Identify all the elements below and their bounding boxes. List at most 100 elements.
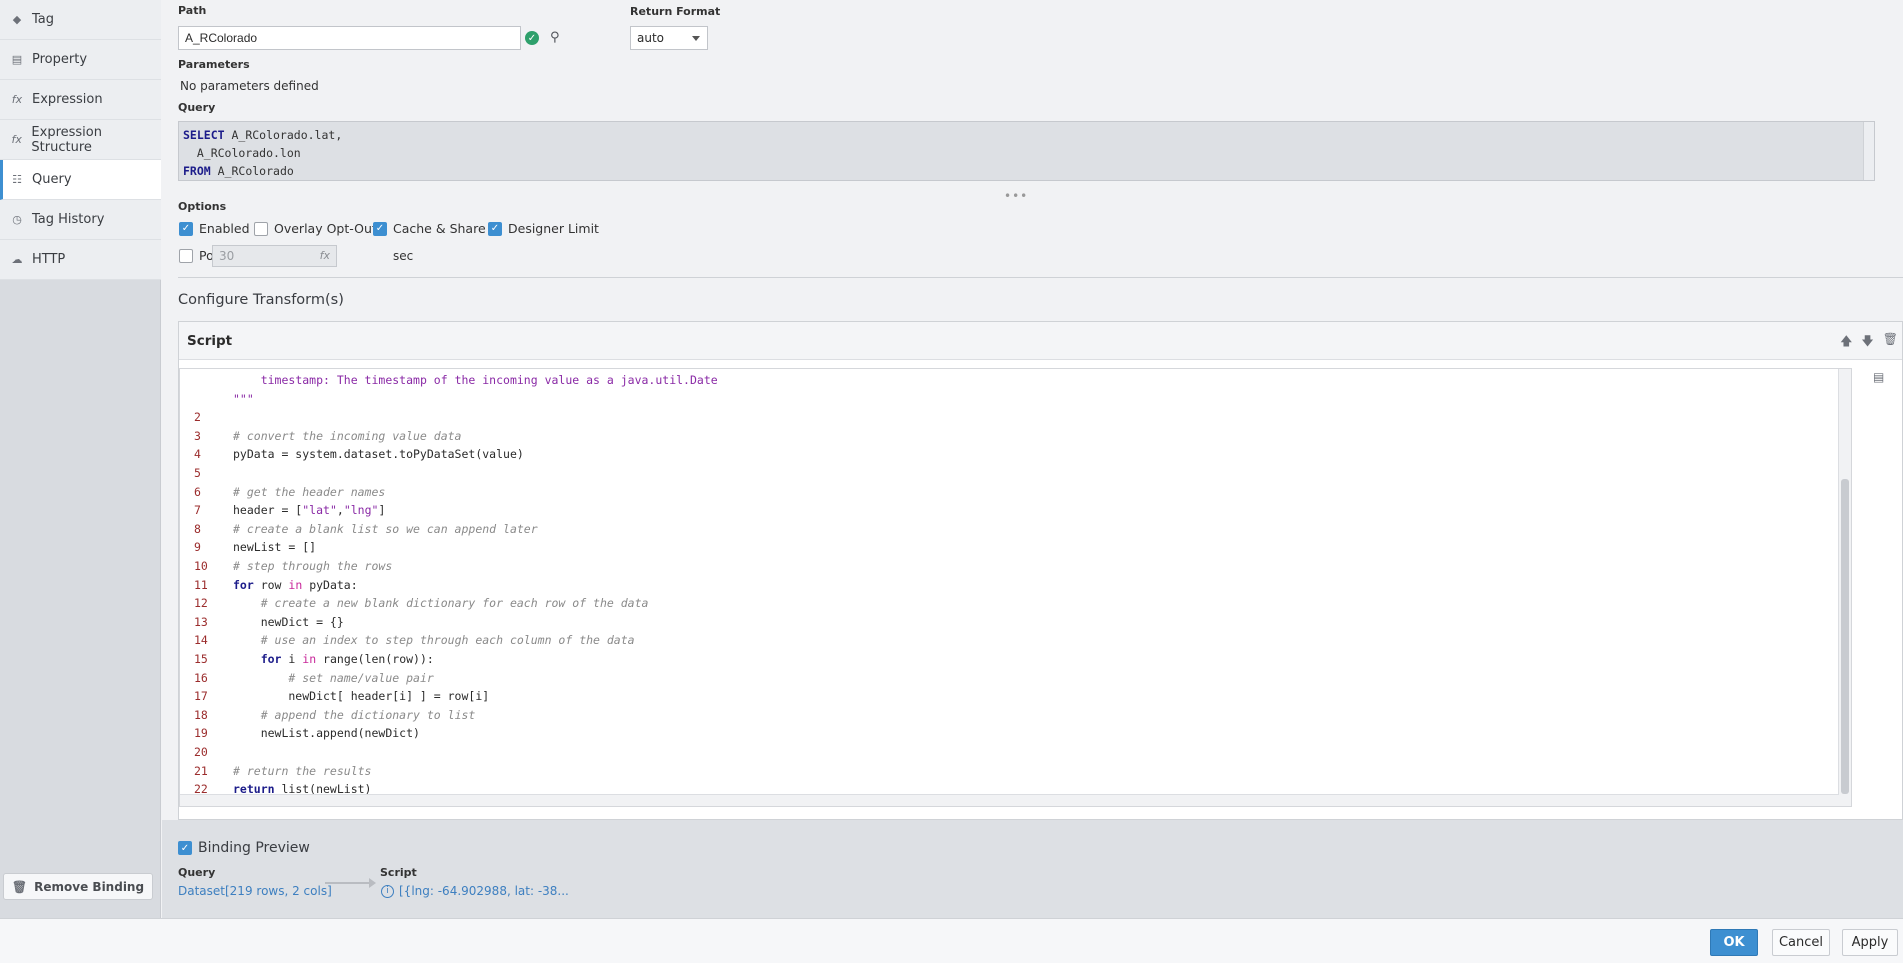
preview-query-value[interactable]: Dataset[219 rows, 2 cols]	[178, 884, 332, 898]
horizontal-scrollbar[interactable]	[180, 794, 1839, 806]
query-label: Query	[178, 101, 216, 114]
code-line: 13 newDict = {}	[180, 613, 1830, 631]
overlay-opt-out-checkbox[interactable]: Overlay Opt-Out	[254, 221, 377, 236]
query-scrollbar[interactable]	[1863, 122, 1874, 180]
line-number: 18	[194, 707, 208, 722]
line-number: 2	[194, 410, 201, 425]
sidebar-item-property[interactable]: ▤ Property	[0, 40, 161, 80]
sidebar-item-tag[interactable]: ◆ Tag	[0, 0, 161, 40]
code-text: # create a new blank dictionary for each…	[260, 596, 649, 611]
delete-icon[interactable]: 🗑	[1883, 332, 1898, 353]
polling-rate-value: 30	[219, 249, 235, 263]
property-icon: ▤	[11, 53, 23, 66]
polling-rate-input[interactable]: 30 fx	[212, 245, 337, 267]
scrollbar-thumb[interactable]	[1841, 479, 1849, 794]
script-transform-header: Script	[179, 322, 1902, 360]
line-number: 10	[194, 559, 208, 573]
code-line: 14 # use an index to step through each c…	[180, 631, 1830, 649]
line-number: 17	[194, 689, 208, 704]
enabled-checkbox[interactable]: ✓ Enabled	[179, 221, 250, 236]
code-text: newDict[ header[i] ] = row[i]	[233, 689, 490, 704]
fx-icon[interactable]: fx	[320, 249, 330, 262]
sidebar-item-expression-structure[interactable]: fx Expression Structure	[0, 120, 161, 160]
move-up-icon[interactable]: 🡅	[1840, 332, 1852, 353]
code-line: 15 for i in range(len(row)):	[180, 650, 1830, 668]
enabled-label: Enabled	[199, 221, 250, 236]
tag-icon: ◆	[12, 13, 22, 26]
checkbox-checked-icon: ✓	[373, 221, 387, 236]
sidebar-item-label: Tag	[32, 12, 55, 27]
dialog-footer: OK Cancel Apply	[0, 918, 1903, 963]
line-number: 6	[194, 484, 201, 499]
sidebar-item-http[interactable]: ☁ HTTP	[0, 240, 161, 280]
splitter-handle[interactable]: •••	[1004, 189, 1028, 203]
cancel-button[interactable]: Cancel	[1772, 929, 1830, 956]
sidebar-item-label: Query	[32, 172, 72, 187]
code-text: # step through the rows	[233, 559, 393, 573]
preview-script-value-link[interactable]: i [{lng: -64.902988, lat: -38...	[381, 884, 569, 898]
sidebar-item-label: Property	[32, 52, 88, 67]
code-line: 11 for row in pyData:	[180, 576, 1830, 594]
options-label: Options	[178, 200, 227, 213]
line-number: 4	[194, 447, 201, 462]
overlay-opt-out-label: Overlay Opt-Out	[274, 221, 377, 236]
ok-button[interactable]: OK	[1710, 929, 1758, 956]
trash-icon: 🗑	[11, 879, 28, 894]
checkbox-checked-icon: ✓	[488, 221, 502, 236]
cloud-icon: ☁	[11, 253, 23, 266]
binding-preview-toggle[interactable]: ✓ Binding Preview	[178, 840, 310, 856]
sql-keyword: FROM	[183, 164, 211, 178]
history-icon: ◷	[12, 213, 22, 226]
code-line: 3 # convert the incoming value data	[180, 427, 1830, 445]
designer-limit-label: Designer Limit	[508, 221, 599, 236]
code-text: # set name/value pair	[288, 670, 434, 685]
info-icon: i	[381, 884, 394, 898]
sidebar-item-label: Expression	[32, 92, 103, 107]
code-line: 19 newList.append(newDict)	[180, 724, 1830, 742]
code-line: 18 # append the dictionary to list	[180, 706, 1830, 724]
apply-button[interactable]: Apply	[1842, 929, 1898, 956]
code-text: for i in range(len(row)):	[260, 652, 434, 666]
script-title: Script	[187, 332, 233, 349]
check-circle-icon: ✓	[525, 31, 539, 45]
code-text: # get the header names	[233, 484, 386, 499]
script-transform-panel: Script 🡅 🡇 🗑 timestamp: The timestamp of…	[178, 321, 1903, 820]
script-code-editor[interactable]: timestamp: The timestamp of the incoming…	[179, 368, 1852, 807]
sidebar-item-query[interactable]: ☷ Query	[0, 160, 161, 200]
line-number: 9	[194, 540, 201, 555]
line-number: 13	[194, 614, 208, 629]
cache-share-checkbox[interactable]: ✓ Cache & Share	[373, 221, 486, 236]
browse-search-icon[interactable]: ⚲	[550, 30, 560, 45]
script-help-icon[interactable]: ▤	[1873, 370, 1884, 384]
sql-keyword: SELECT	[183, 128, 225, 142]
query-text: SELECT A_RColorado.lat, A_RColorado.lon F…	[183, 126, 1870, 180]
code-text: newList = []	[233, 540, 317, 555]
query-line: A_RColorado.lon	[183, 144, 1870, 162]
return-format-select[interactable]: auto	[630, 26, 708, 50]
code-line: 21 # return the results	[180, 762, 1830, 780]
path-input[interactable]	[178, 26, 521, 50]
sql-text: A_RColorado	[210, 164, 294, 178]
sidebar-item-tag-history[interactable]: ◷ Tag History	[0, 200, 161, 240]
move-down-icon[interactable]: 🡇	[1861, 332, 1873, 353]
designer-limit-checkbox[interactable]: ✓ Designer Limit	[488, 221, 599, 236]
query-editor[interactable]: SELECT A_RColorado.lat, A_RColorado.lon F…	[178, 121, 1875, 181]
remove-binding-button[interactable]: 🗑 Remove Binding	[3, 873, 153, 900]
line-number: 16	[194, 670, 208, 685]
chevron-down-icon	[692, 36, 700, 41]
line-number: 21	[194, 763, 208, 778]
code-line: 6 # get the header names	[180, 483, 1830, 501]
code-text: header = ["lat","lng"]	[233, 503, 386, 518]
code-line: 12 # create a new blank dictionary for e…	[180, 594, 1830, 612]
sidebar-item-expression[interactable]: fx Expression	[0, 80, 161, 120]
code-text: # convert the incoming value data	[233, 428, 462, 443]
code-text: # append the dictionary to list	[260, 707, 476, 722]
cache-share-label: Cache & Share	[393, 221, 486, 236]
binding-preview-area: ✓ Binding Preview Query Dataset[219 rows…	[162, 820, 1903, 918]
checkbox-unchecked-icon	[179, 248, 193, 263]
path-label: Path	[178, 4, 207, 17]
divider	[178, 277, 1903, 278]
fx-icon: fx	[11, 93, 23, 106]
vertical-scrollbar[interactable]	[1838, 369, 1851, 806]
parameters-label: Parameters	[178, 58, 250, 71]
